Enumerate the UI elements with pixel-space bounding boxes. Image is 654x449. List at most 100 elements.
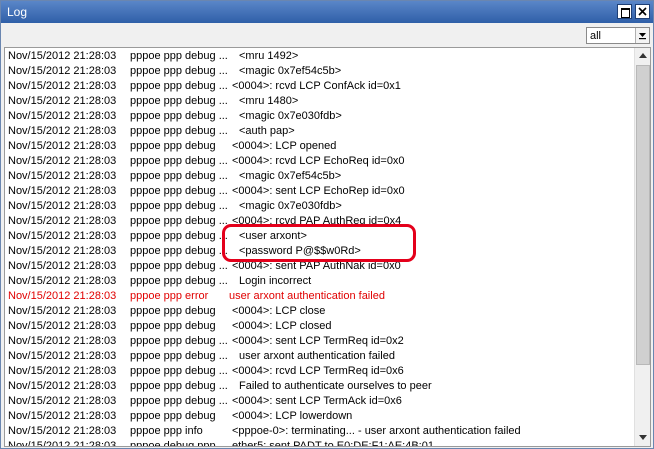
chevron-down-icon[interactable] bbox=[635, 28, 649, 43]
log-time: Nov/15/2012 21:28:03 bbox=[8, 275, 117, 287]
log-time: Nov/15/2012 21:28:03 bbox=[8, 200, 117, 212]
log-time: Nov/15/2012 21:28:03 bbox=[8, 110, 117, 122]
log-row[interactable]: Nov/15/2012 21:28:03 pppoe ppp debug <0004… bbox=[5, 139, 632, 154]
log-topic: pppoe ppp debug ... bbox=[130, 215, 228, 227]
log-time: Nov/15/2012 21:28:03 bbox=[8, 80, 117, 92]
log-row[interactable]: Nov/15/2012 21:28:03 pppoe ppp debug ... <… bbox=[5, 364, 632, 379]
log-message: <mru 1480> bbox=[239, 95, 299, 107]
log-message: ether5: sent PADT to E0:DE:F1:AE:4B:01 bbox=[232, 440, 434, 447]
log-topic: pppoe ppp debug ... bbox=[130, 65, 228, 77]
log-time: Nov/15/2012 21:28:03 bbox=[8, 425, 117, 437]
log-row[interactable]: Nov/15/2012 21:28:03 pppoe ppp debug <0004… bbox=[5, 319, 632, 334]
log-row[interactable]: Nov/15/2012 21:28:03 pppoe ppp debug ... <… bbox=[5, 79, 632, 94]
log-row[interactable]: Nov/15/2012 21:28:03 pppoe ppp debug ... <… bbox=[5, 124, 632, 139]
log-row[interactable]: Nov/15/2012 21:28:03 pppoe ppp info <pppoe… bbox=[5, 424, 632, 439]
log-topic: pppoe ppp debug ... bbox=[130, 365, 228, 377]
log-time: Nov/15/2012 21:28:03 bbox=[8, 395, 117, 407]
log-time: Nov/15/2012 21:28:03 bbox=[8, 230, 117, 242]
log-row[interactable]: Nov/15/2012 21:28:03 pppoe ppp debug <0004… bbox=[5, 304, 632, 319]
log-row[interactable]: Nov/15/2012 21:28:03 pppoe ppp debug ... <… bbox=[5, 199, 632, 214]
log-row[interactable]: Nov/15/2012 21:28:03 pppoe ppp debug ... <… bbox=[5, 94, 632, 109]
log-topic: pppoe ppp error bbox=[130, 290, 209, 302]
credentials-highlight bbox=[222, 224, 416, 262]
log-message: Login incorrect bbox=[239, 275, 312, 287]
log-topic: pppoe ppp info bbox=[130, 425, 203, 437]
log-time: Nov/15/2012 21:28:03 bbox=[8, 410, 117, 422]
log-row[interactable]: Nov/15/2012 21:28:03 pppoe ppp debug ... <… bbox=[5, 154, 632, 169]
log-topic: pppoe ppp debug ... bbox=[130, 110, 228, 122]
log-time: Nov/15/2012 21:28:03 bbox=[8, 350, 117, 362]
log-row[interactable]: Nov/15/2012 21:28:03 pppoe ppp debug <0004… bbox=[5, 409, 632, 424]
log-message: <0004>: sent LCP TermAck id=0x6 bbox=[232, 395, 402, 407]
log-topic: pppoe ppp debug ... bbox=[130, 275, 228, 287]
log-time: Nov/15/2012 21:28:03 bbox=[8, 65, 117, 77]
log-topic: pppoe ppp debug bbox=[130, 410, 216, 422]
log-time: Nov/15/2012 21:28:03 bbox=[8, 305, 117, 317]
log-topic: pppoe ppp debug ... bbox=[130, 335, 228, 347]
log-message: <0004>: rcvd LCP TermReq id=0x6 bbox=[232, 365, 404, 377]
log-time: Nov/15/2012 21:28:03 bbox=[8, 260, 117, 272]
log-topic: pppoe ppp debug ... bbox=[130, 170, 228, 182]
log-time: Nov/15/2012 21:28:03 bbox=[8, 320, 117, 332]
log-row[interactable]: Nov/15/2012 21:28:03 pppoe ppp debug ... <… bbox=[5, 169, 632, 184]
maximize-icon[interactable] bbox=[617, 4, 632, 19]
arrow-down-icon[interactable] bbox=[635, 430, 650, 446]
log-message: <magic 0x7e030fdb> bbox=[239, 110, 342, 122]
scrollbar-thumb[interactable] bbox=[636, 65, 650, 365]
log-topic: pppoe ppp debug ... bbox=[130, 200, 228, 212]
topic-filter-select[interactable]: all bbox=[586, 27, 650, 44]
log-topic: pppoe ppp debug ... bbox=[130, 95, 228, 107]
log-message: user arxont authentication failed bbox=[229, 290, 385, 302]
log-message: <0004>: LCP opened bbox=[232, 140, 337, 152]
log-row[interactable]: Nov/15/2012 21:28:03 pppoe debug ppp ether… bbox=[5, 439, 632, 447]
log-row[interactable]: Nov/15/2012 21:28:03 pppoe ppp debug ... <… bbox=[5, 334, 632, 349]
log-row-error[interactable]: Nov/15/2012 21:28:03 pppoe ppp error user … bbox=[5, 289, 632, 304]
log-message: <0004>: LCP closed bbox=[232, 320, 332, 332]
log-time: Nov/15/2012 21:28:03 bbox=[8, 170, 117, 182]
log-time: Nov/15/2012 21:28:03 bbox=[8, 215, 117, 227]
toolbar: all bbox=[1, 23, 653, 47]
log-message: Failed to authenticate ourselves to peer bbox=[239, 380, 432, 392]
log-row[interactable]: Nov/15/2012 21:28:03 pppoe ppp debug ... <… bbox=[5, 49, 632, 64]
log-message: <pppoe-0>: terminating... - user arxont … bbox=[232, 425, 521, 437]
log-topic: pppoe ppp debug bbox=[130, 305, 216, 317]
filter-value: all bbox=[590, 30, 602, 42]
log-row[interactable]: Nov/15/2012 21:28:03 pppoe ppp debug ... <… bbox=[5, 184, 632, 199]
vertical-scrollbar[interactable] bbox=[634, 48, 650, 446]
log-topic: pppoe ppp debug ... bbox=[130, 155, 228, 167]
log-time: Nov/15/2012 21:28:03 bbox=[8, 125, 117, 137]
log-message: <0004>: LCP close bbox=[232, 305, 326, 317]
log-topic: pppoe ppp debug ... bbox=[130, 380, 228, 392]
log-topic: pppoe debug ppp bbox=[130, 440, 216, 447]
log-time: Nov/15/2012 21:28:03 bbox=[8, 365, 117, 377]
log-row[interactable]: Nov/15/2012 21:28:03 pppoe ppp debug ... <… bbox=[5, 109, 632, 124]
log-time: Nov/15/2012 21:28:03 bbox=[8, 185, 117, 197]
log-time: Nov/15/2012 21:28:03 bbox=[8, 155, 117, 167]
log-topic: pppoe ppp debug ... bbox=[130, 125, 228, 137]
log-message: <0004>: rcvd LCP ConfAck id=0x1 bbox=[232, 80, 401, 92]
arrow-up-icon[interactable] bbox=[635, 48, 650, 64]
log-topic: pppoe ppp debug bbox=[130, 140, 216, 152]
log-row[interactable]: Nov/15/2012 21:28:03 pppoe ppp debug ... u… bbox=[5, 349, 632, 364]
log-message: <0004>: sent LCP EchoRep id=0x0 bbox=[232, 185, 405, 197]
log-time: Nov/15/2012 21:28:03 bbox=[8, 440, 117, 447]
window-title: Log bbox=[7, 5, 28, 19]
log-row[interactable]: Nov/15/2012 21:28:03 pppoe ppp debug ... L… bbox=[5, 274, 632, 289]
log-message: <magic 0x7e030fdb> bbox=[239, 200, 342, 212]
log-time: Nov/15/2012 21:28:03 bbox=[8, 290, 117, 302]
log-message: <magic 0x7ef54c5b> bbox=[239, 170, 342, 182]
log-topic: pppoe ppp debug ... bbox=[130, 395, 228, 407]
log-time: Nov/15/2012 21:28:03 bbox=[8, 50, 117, 62]
log-message: <0004>: LCP lowerdown bbox=[232, 410, 353, 422]
log-topic: pppoe ppp debug ... bbox=[130, 260, 228, 272]
close-icon[interactable] bbox=[635, 4, 650, 19]
log-row[interactable]: Nov/15/2012 21:28:03 pppoe ppp debug ... F… bbox=[5, 379, 632, 394]
log-topic: pppoe ppp debug ... bbox=[130, 230, 228, 242]
log-message: <magic 0x7ef54c5b> bbox=[239, 65, 342, 77]
log-topic: pppoe ppp debug ... bbox=[130, 80, 228, 92]
log-message: <0004>: rcvd LCP EchoReq id=0x0 bbox=[232, 155, 405, 167]
log-row[interactable]: Nov/15/2012 21:28:03 pppoe ppp debug ... <… bbox=[5, 394, 632, 409]
log-time: Nov/15/2012 21:28:03 bbox=[8, 140, 117, 152]
title-bar[interactable]: Log bbox=[1, 1, 653, 23]
log-row[interactable]: Nov/15/2012 21:28:03 pppoe ppp debug ... <… bbox=[5, 64, 632, 79]
